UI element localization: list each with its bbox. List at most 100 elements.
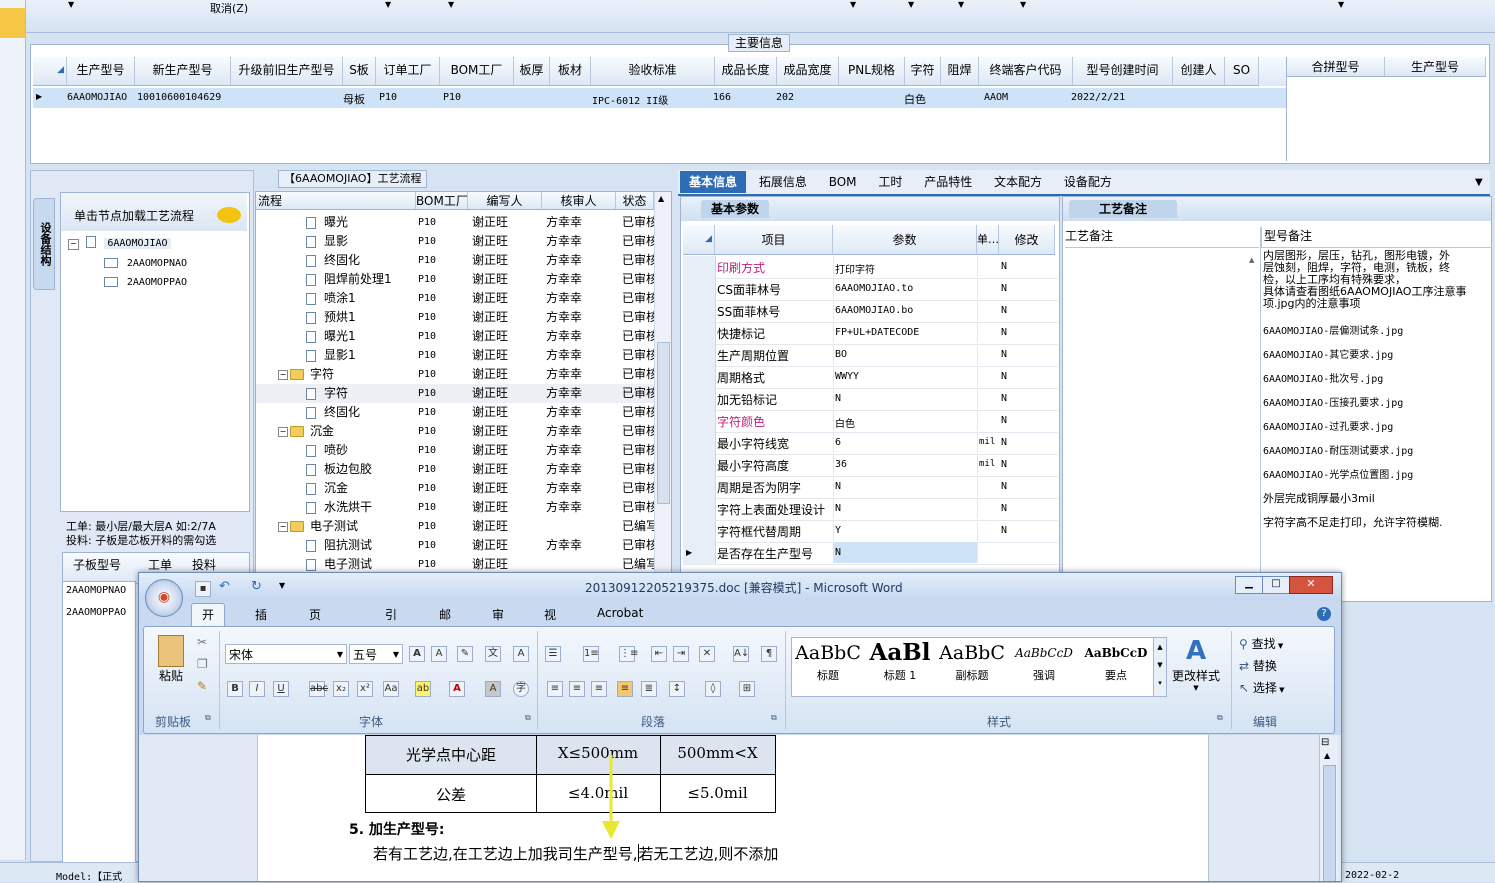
change-styles-button[interactable]: A 更改样式 ▼: [1169, 635, 1223, 705]
column-header[interactable]: 板厚: [514, 57, 550, 86]
shading-icon[interactable]: ◊: [705, 681, 721, 697]
param-row[interactable]: SS面菲林号 6AAOMOJIAO.bo N: [683, 300, 1058, 323]
list-item[interactable]: 2AAOMOPPAO: [66, 607, 126, 618]
underline-icon[interactable]: U: [273, 681, 289, 697]
paste-button[interactable]: 粘贴: [153, 633, 189, 693]
superscript-icon[interactable]: x²: [357, 681, 373, 697]
param-row[interactable]: 周期格式 WWYY N: [683, 366, 1058, 389]
column-header[interactable]: 升级前旧生产型号: [231, 57, 343, 86]
change-case-icon[interactable]: Aa: [383, 681, 399, 697]
column-header[interactable]: 终端客户代码: [979, 57, 1073, 86]
dropdown-arrow-icon[interactable]: ▼: [1338, 0, 1344, 9]
tree-child[interactable]: 2AAOMOPNAO: [104, 255, 187, 271]
table-row[interactable]: ▶ 6AAOMOJIAO 10010600104629 母板 P10 P10 I…: [33, 88, 1286, 108]
column-header[interactable]: 板材: [550, 57, 591, 86]
param-row[interactable]: 最小字符高度 36 mil N: [683, 454, 1058, 477]
tab-extended-info[interactable]: 拓展信息: [750, 171, 816, 193]
tree-row[interactable]: 阻抗测试 P10 谢正旺 方幸幸 已审核: [256, 536, 654, 555]
tree-row[interactable]: 显影 P10 谢正旺 方幸幸 已审核: [256, 232, 654, 251]
tabs-dropdown-icon[interactable]: ▼: [1475, 177, 1483, 188]
tree-row[interactable]: − 电子测试 P10 谢正旺 已编写: [256, 517, 654, 536]
undo-icon[interactable]: ↶: [219, 579, 230, 594]
office-button[interactable]: ◉: [145, 579, 183, 617]
tab-text-recipe[interactable]: 文本配方: [985, 171, 1051, 193]
tab-hours[interactable]: 工时: [869, 171, 911, 193]
dropdown-arrow-icon[interactable]: ▼: [385, 0, 391, 9]
close-button[interactable]: ✕: [1289, 576, 1333, 594]
replace-button[interactable]: ⇄ 替换: [1239, 657, 1277, 674]
tree-row[interactable]: 板边包胶 P10 谢正旺 方幸幸 已审核: [256, 460, 654, 479]
maximize-button[interactable]: □: [1262, 576, 1290, 594]
column-header[interactable]: SO: [1225, 57, 1259, 86]
tree-row[interactable]: 预烘1 P10 谢正旺 方幸幸 已审核: [256, 308, 654, 327]
find-button[interactable]: ⚲ 查找 ▼: [1239, 635, 1283, 652]
column-header[interactable]: 生产型号: [1385, 57, 1486, 77]
tab-device-recipe[interactable]: 设备配方: [1055, 171, 1121, 193]
column-header[interactable]: 创建人: [1173, 57, 1225, 86]
tree-row[interactable]: 曝光 P10 谢正旺 方幸幸 已审核: [256, 213, 654, 232]
dropdown-arrow-icon[interactable]: ▼: [958, 0, 964, 9]
save-icon[interactable]: ▪: [195, 581, 211, 597]
font-color-icon[interactable]: A: [449, 681, 465, 697]
column-header[interactable]: 状态: [616, 192, 654, 210]
minimize-button[interactable]: ▁: [1235, 576, 1263, 594]
column-header[interactable]: 项目: [715, 225, 833, 255]
tab-acrobat[interactable]: Acrobat: [597, 606, 643, 620]
tree-row[interactable]: − 沉金 P10 谢正旺 方幸幸 已审核: [256, 422, 654, 441]
tab-bom[interactable]: BOM: [820, 171, 866, 193]
column-header[interactable]: 阻焊: [941, 57, 979, 86]
column-header[interactable]: 编写人: [468, 192, 542, 210]
param-row[interactable]: 最小字符线宽 6 mil N: [683, 432, 1058, 455]
column-header[interactable]: S板: [343, 57, 376, 86]
tab-subboard[interactable]: 子板型号: [73, 556, 121, 573]
sort-icon[interactable]: A↓: [733, 646, 749, 662]
param-row[interactable]: 字符框代替周期 Y N: [683, 520, 1058, 543]
column-header[interactable]: 验收标准: [591, 57, 715, 86]
column-header[interactable]: 流程: [256, 192, 416, 210]
style-item[interactable]: AaBbCcD 要点: [1083, 639, 1149, 691]
increase-indent-icon[interactable]: ⇥: [673, 646, 689, 662]
style-gallery-scroll[interactable]: ▲ ▼ ▾: [1153, 637, 1167, 697]
column-header[interactable]: 合拼型号: [1287, 57, 1385, 77]
distribute-icon[interactable]: ≣: [641, 681, 657, 697]
tree-row[interactable]: 电子测试 P10 谢正旺 已编写: [256, 555, 654, 572]
cancel-button[interactable]: 取消(Z): [210, 0, 248, 16]
collapse-icon[interactable]: −: [278, 427, 288, 437]
style-item[interactable]: AaBl 标题 1: [867, 639, 933, 691]
line-spacing-icon[interactable]: ↕: [669, 681, 685, 697]
numbering-icon[interactable]: 1≡: [583, 646, 599, 662]
italic-icon[interactable]: I: [249, 681, 265, 697]
enclose-char-icon[interactable]: 字: [513, 681, 529, 697]
decrease-indent-icon[interactable]: ⇤: [651, 646, 667, 662]
tab-basic-info[interactable]: 基本信息: [680, 171, 747, 193]
phonetic-guide-icon[interactable]: 文: [485, 646, 501, 662]
subscript-icon[interactable]: x₂: [333, 681, 349, 697]
tree-row[interactable]: 喷砂 P10 谢正旺 方幸幸 已审核: [256, 441, 654, 460]
style-item[interactable]: AaBbC 副标题: [939, 639, 1005, 691]
param-row[interactable]: 快捷标记 FP+UL+DATECODE N: [683, 322, 1058, 345]
asian-layout-icon[interactable]: ✕: [699, 646, 715, 662]
redo-icon[interactable]: ↻: [251, 579, 262, 594]
tree-row[interactable]: 沉金 P10 谢正旺 方幸幸 已审核: [256, 479, 654, 498]
tab-workorder[interactable]: 工单: [148, 556, 172, 573]
dropdown-arrow-icon[interactable]: ▼: [1020, 0, 1026, 9]
align-right-icon[interactable]: ≡: [591, 681, 607, 697]
tree-row[interactable]: 曝光1 P10 谢正旺 方幸幸 已审核: [256, 327, 654, 346]
list-item[interactable]: 2AAOMOPNAO: [66, 585, 126, 596]
column-header[interactable]: 参数: [833, 225, 977, 255]
column-header[interactable]: 字符: [905, 57, 941, 86]
doc-scrollbar[interactable]: ▲: [1319, 735, 1338, 881]
tab-feeding[interactable]: 投料: [192, 556, 216, 573]
column-header[interactable]: 成品长度: [715, 57, 777, 86]
dialog-launcher-icon[interactable]: ⧉: [205, 713, 211, 723]
param-row[interactable]: 字符上表面处理设计 N N: [683, 498, 1058, 521]
copy-icon[interactable]: ❐: [197, 657, 208, 671]
param-row[interactable]: 加无铅标记 N N: [683, 388, 1058, 411]
tree-row[interactable]: 水洗烘干 P10 谢正旺 方幸幸 已审核: [256, 498, 654, 517]
style-item[interactable]: AaBbCcD 强调: [1011, 639, 1077, 691]
font-size-select[interactable]: 五号 ▼: [349, 644, 403, 664]
param-row[interactable]: CS面菲林号 6AAOMOJIAO.to N: [683, 278, 1058, 301]
column-header[interactable]: BOM工厂: [416, 192, 468, 210]
dialog-launcher-icon[interactable]: ⧉: [771, 713, 777, 723]
borders-icon[interactable]: ⊞: [739, 681, 755, 697]
